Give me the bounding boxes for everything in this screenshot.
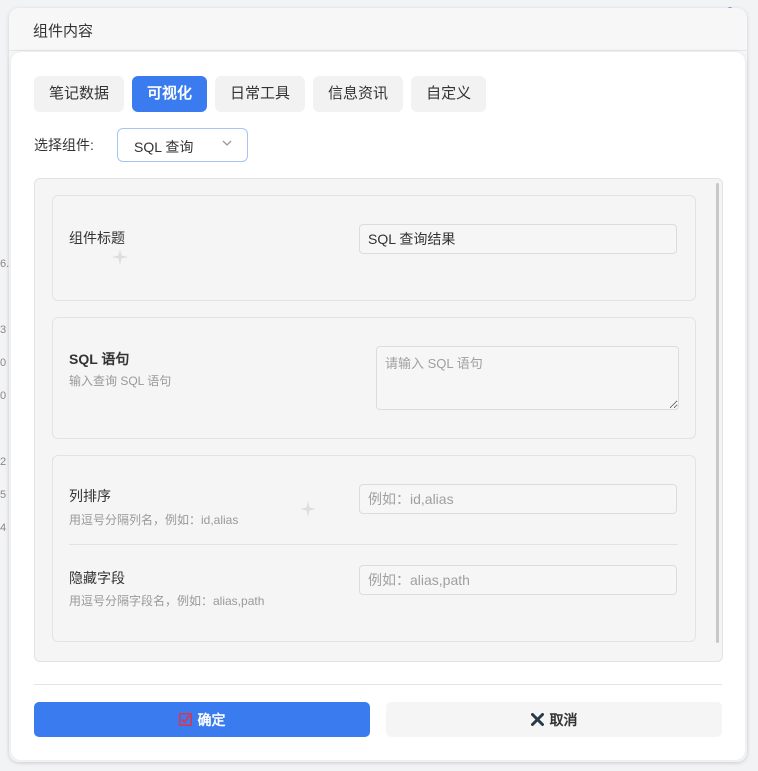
tab-notes-data[interactable]: 笔记数据	[34, 76, 125, 112]
component-select[interactable]: SQL 查询	[117, 128, 248, 162]
hidden-fields-label: 隐藏字段	[69, 570, 125, 586]
sql-field-label: SQL 语句	[69, 351, 130, 367]
panel-header: 组件内容	[9, 8, 747, 51]
edge-mark: 6.	[0, 258, 10, 270]
tab-visualization[interactable]: 可视化	[132, 76, 208, 112]
chevron-down-icon	[222, 140, 232, 146]
edge-mark: 5	[0, 489, 7, 501]
title-field-label: 组件标题	[69, 230, 125, 246]
title-input[interactable]	[359, 224, 677, 254]
cancel-button-label: 取消	[549, 711, 578, 728]
field-divider	[69, 544, 678, 545]
title-field-card: 组件标题	[52, 195, 696, 301]
component-select-label: 选择组件:	[34, 137, 94, 153]
tab-information[interactable]: 信息资讯	[313, 76, 404, 112]
component-settings: 组件标题 SQL 语句 输入查询 SQL 语句 列排序 用逗号分隔列名，例如：i…	[34, 178, 723, 662]
sparkle-icon	[112, 249, 128, 265]
columns-field-card: 列排序 用逗号分隔列名，例如：id,alias 隐藏字段 用逗号分隔字段名，例如…	[52, 455, 696, 642]
hidden-fields-input[interactable]	[359, 565, 677, 595]
checkbox-check-icon	[178, 713, 192, 726]
tab-custom[interactable]: 自定义	[411, 76, 487, 112]
sql-field-card: SQL 语句 输入查询 SQL 语句	[52, 317, 696, 439]
scrollbar[interactable]	[716, 183, 719, 643]
category-tabs: 笔记数据 可视化 日常工具 信息资讯 自定义	[34, 76, 494, 112]
tab-daily-tools[interactable]: 日常工具	[215, 76, 306, 112]
column-order-label: 列排序	[69, 488, 111, 504]
footer-divider	[34, 684, 722, 685]
edge-mark: 0	[0, 357, 7, 369]
sparkle-icon	[300, 501, 316, 517]
confirm-button[interactable]: 确定	[34, 702, 370, 737]
component-select-value: SQL 查询	[134, 139, 194, 155]
component-dialog: 笔记数据 可视化 日常工具 信息资讯 自定义 选择组件: SQL 查询 组件标题	[11, 52, 745, 760]
edge-mark: 3	[0, 324, 7, 336]
edge-mark: 4	[0, 522, 7, 534]
column-order-input[interactable]	[359, 484, 677, 514]
component-panel: 组件内容 笔记数据 可视化 日常工具 信息资讯 自定义 选择组件: SQL 查询…	[9, 8, 747, 762]
hidden-fields-description: 用逗号分隔字段名，例如：alias,path	[69, 594, 265, 608]
edge-mark: 0	[0, 390, 7, 402]
sql-textarea[interactable]	[376, 346, 679, 410]
close-icon	[530, 713, 544, 726]
column-order-description: 用逗号分隔列名，例如：id,alias	[69, 513, 239, 527]
panel-title: 组件内容	[33, 23, 94, 40]
sql-field-description: 输入查询 SQL 语句	[69, 374, 172, 388]
edge-mark: 2	[0, 456, 7, 468]
confirm-button-label: 确定	[197, 711, 226, 728]
cancel-button[interactable]: 取消	[386, 702, 722, 737]
